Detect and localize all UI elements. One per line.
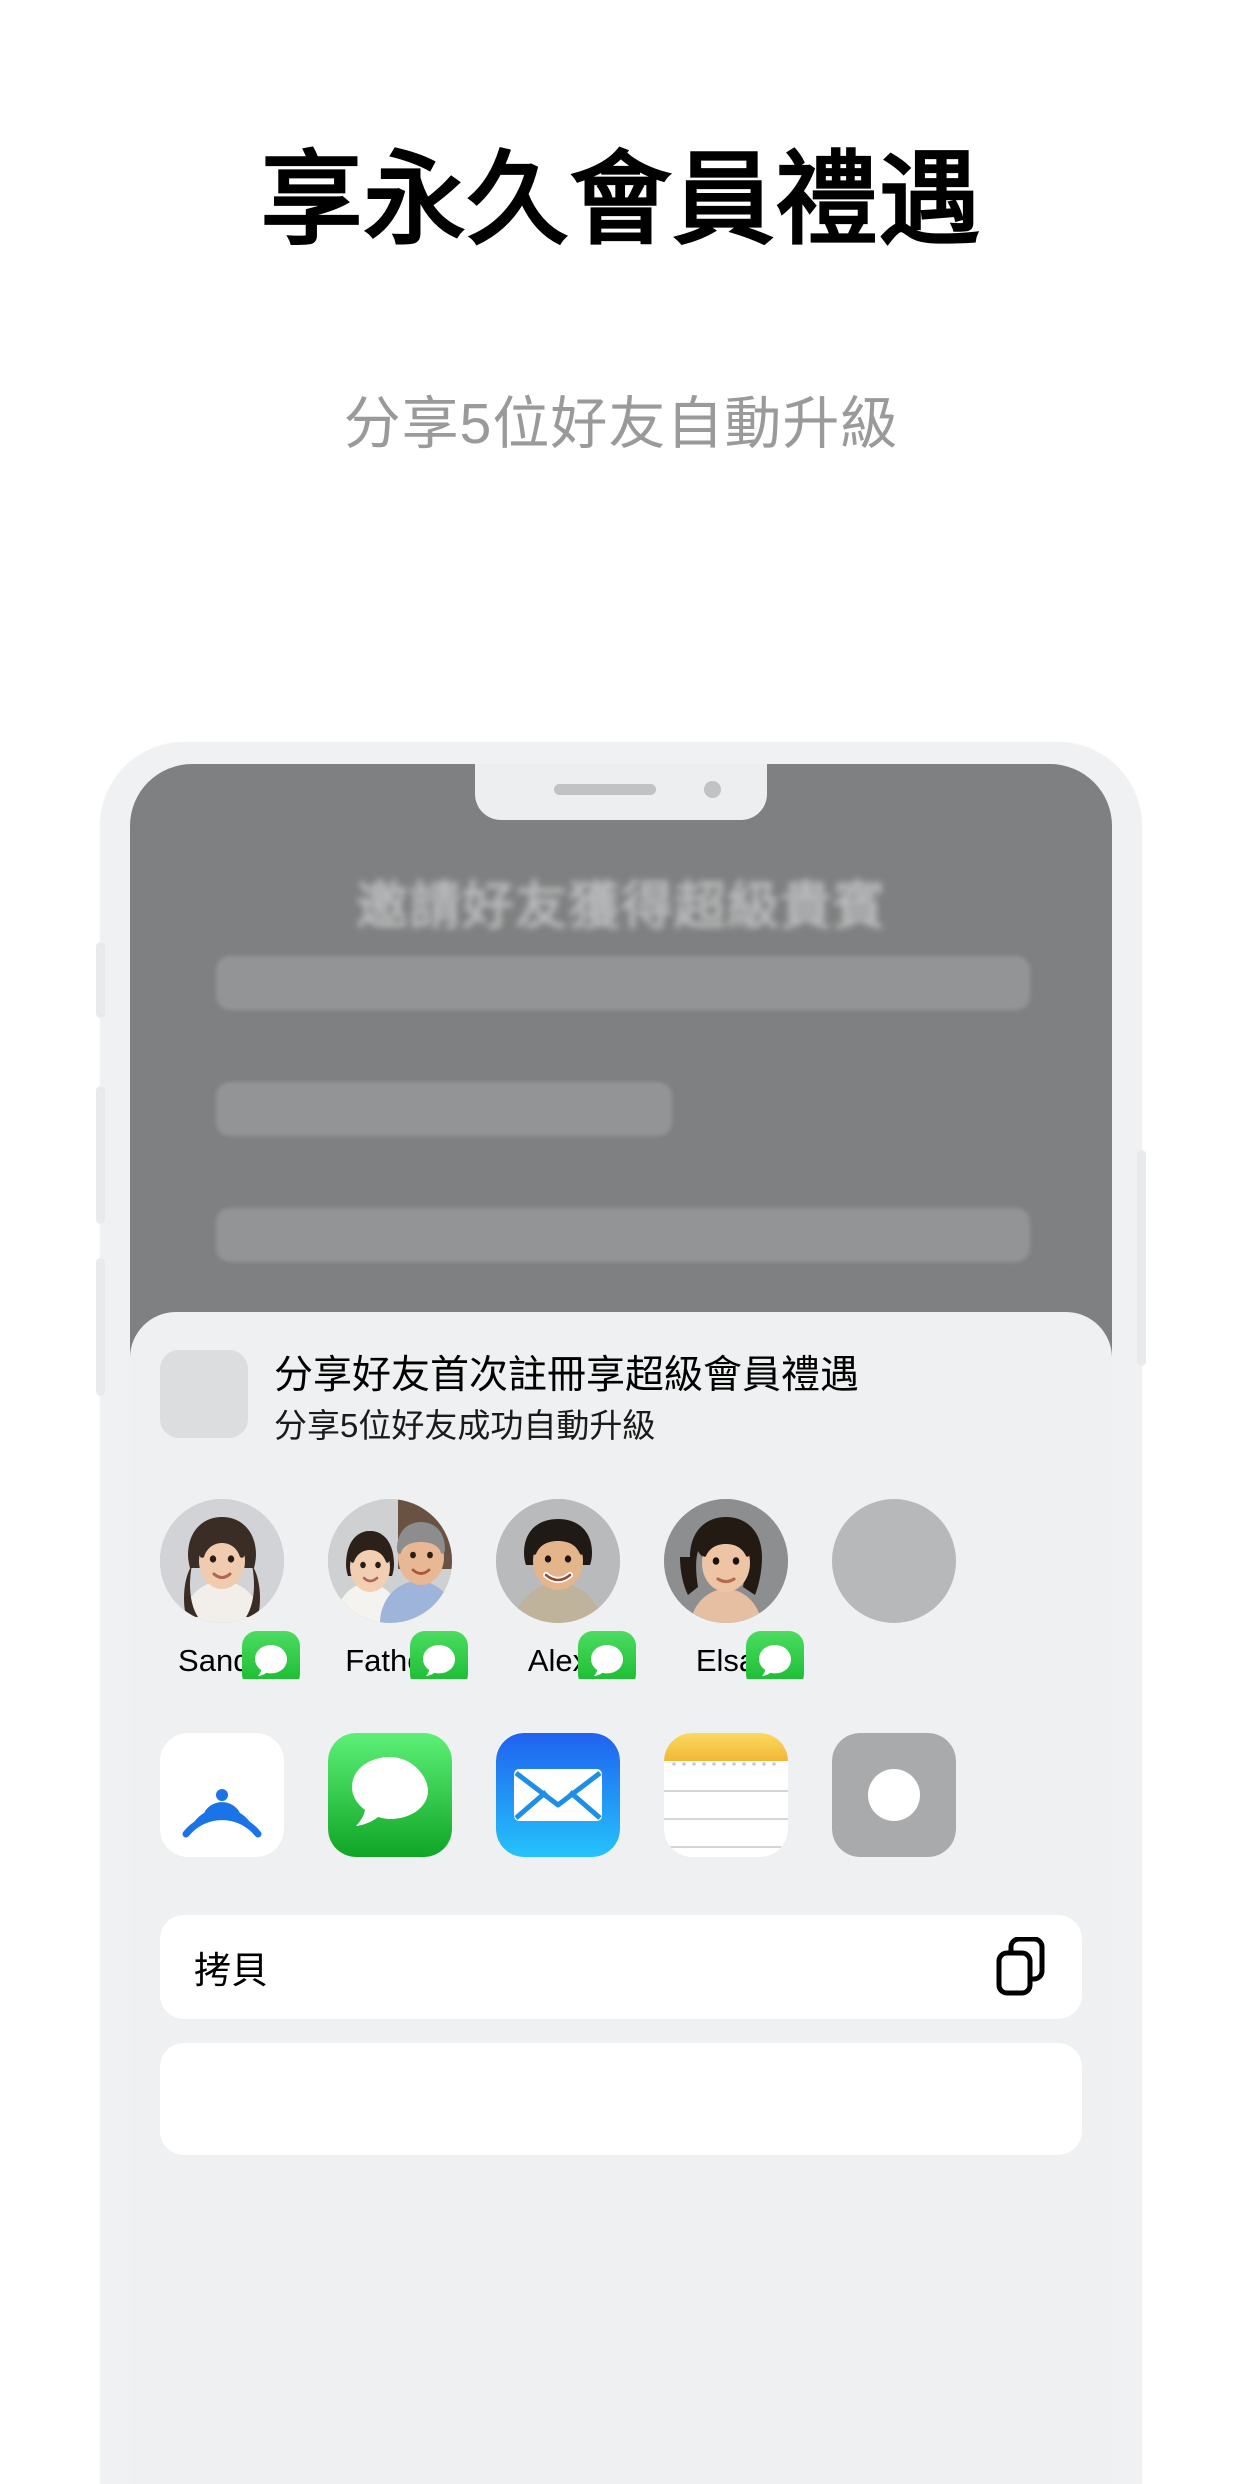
avatar xyxy=(328,1499,452,1624)
avatar xyxy=(496,1499,620,1624)
copy-action-label: 拷貝 xyxy=(194,1950,268,1992)
contact-item[interactable]: Sandy xyxy=(160,1499,300,1680)
power-button[interactable] xyxy=(1137,1150,1146,1366)
screenshot-root: 享永久會員禮遇 分享5位好友自動升級 邀請好友獲得超級貴賓 分享好友首次註冊享超… xyxy=(0,0,1242,2484)
share-actions-list: 拷貝 xyxy=(154,1857,1088,2156)
background-skeleton-bar xyxy=(216,1082,672,1136)
share-preview-thumbnail xyxy=(160,1350,248,1438)
volume-down-button[interactable] xyxy=(96,1258,105,1396)
contact-item[interactable] xyxy=(832,1499,956,1679)
contact-item[interactable]: Father xyxy=(328,1499,468,1680)
silent-switch-button[interactable] xyxy=(96,942,105,1018)
imessage-icon xyxy=(746,1631,804,1680)
contact-item[interactable]: Elsa xyxy=(664,1499,804,1680)
share-apps-row[interactable] xyxy=(154,1679,1088,1858)
avatar xyxy=(832,1499,956,1624)
phone-notch xyxy=(475,764,767,820)
more-app-icon[interactable] xyxy=(832,1733,956,1858)
share-sheet-header: 分享好友首次註冊享超級會員禮遇 分享5位好友成功自動升級 xyxy=(154,1312,1088,1447)
page-title: 享永久會員禮遇 xyxy=(260,143,982,257)
volume-up-button[interactable] xyxy=(96,1086,105,1224)
background-app-title: 邀請好友獲得超級貴賓 xyxy=(355,878,886,936)
secondary-action-row[interactable] xyxy=(160,2043,1082,2156)
share-contacts-row[interactable]: Sandy Father Alex Elsa xyxy=(154,1447,1088,1680)
share-sheet-title: 分享好友首次註冊享超級會員禮遇 xyxy=(274,1354,860,1397)
avatar xyxy=(160,1499,284,1624)
background-skeleton-bar xyxy=(216,1208,1030,1262)
phone-mockup: 邀請好友獲得超級貴賓 分享好友首次註冊享超級會員禮遇 分享5位好友成功自動升級 xyxy=(96,742,1146,2484)
page-subtitle: 分享5位好友自動升級 xyxy=(343,392,899,456)
imessage-icon xyxy=(578,1631,636,1680)
earpiece-speaker-icon xyxy=(554,784,656,795)
notes-icon[interactable] xyxy=(664,1733,788,1858)
share-sheet: 分享好友首次註冊享超級會員禮遇 分享5位好友成功自動升級 Sandy Fathe… xyxy=(130,1312,1112,2484)
background-skeleton-bar xyxy=(216,956,1030,1010)
imessage-icon xyxy=(242,1631,300,1680)
copy-icon xyxy=(994,1937,1048,1997)
contact-item[interactable]: Alex xyxy=(496,1499,636,1680)
avatar xyxy=(664,1499,788,1624)
copy-action-row[interactable]: 拷貝 xyxy=(160,1915,1082,2020)
mail-icon[interactable] xyxy=(496,1733,620,1858)
imessage-icon xyxy=(410,1631,468,1680)
messages-icon[interactable] xyxy=(328,1733,452,1858)
share-sheet-subtitle: 分享5位好友成功自動升級 xyxy=(274,1406,656,1444)
airdrop-icon[interactable] xyxy=(160,1733,284,1858)
front-camera-icon xyxy=(704,781,721,798)
phone-screen: 邀請好友獲得超級貴賓 分享好友首次註冊享超級會員禮遇 分享5位好友成功自動升級 xyxy=(130,764,1112,2484)
